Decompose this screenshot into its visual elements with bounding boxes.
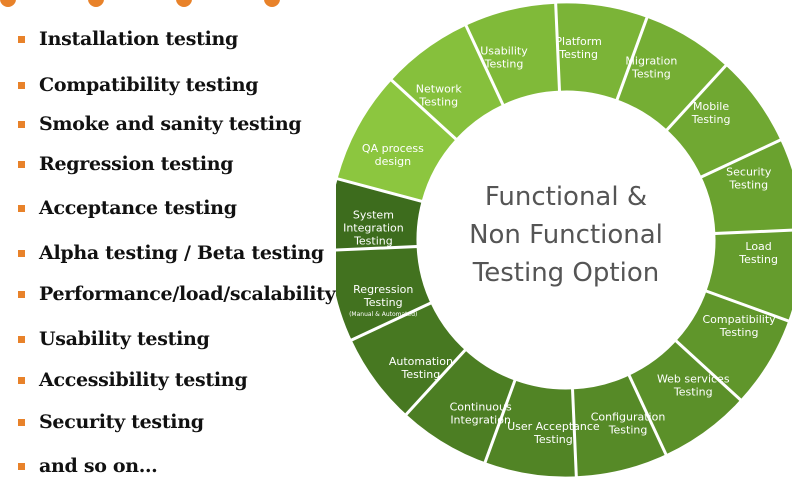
wheel-segment-label: Regression (353, 283, 413, 296)
bullet-square-icon (18, 204, 25, 212)
bullet-text: Security testing (39, 411, 204, 433)
bullet-item: Compatibility testing (18, 70, 259, 100)
wheel-segment-label: Continuous (450, 401, 512, 414)
bullet-item: Smoke and sanity testing (18, 109, 302, 139)
bullet-square-icon (18, 35, 25, 43)
wheel-segment-label: Testing (691, 113, 731, 126)
bullet-item: Usability testing (18, 324, 210, 354)
bullet-text: Smoke and sanity testing (39, 113, 302, 135)
wheel-segment-label: Automation (389, 355, 453, 368)
bullet-square-icon (18, 120, 25, 128)
wheel-segment-label: Testing (363, 296, 403, 309)
wheel-segment-label: Integration (450, 414, 511, 427)
wheel-segment-label: Testing (673, 386, 713, 399)
wheel-segment-label: Platform (555, 35, 601, 48)
wheel-segment-label: design (375, 155, 412, 168)
wheel-segment-label: Web services (657, 373, 730, 386)
bullet-square-icon (18, 290, 25, 298)
orange-dot (0, 0, 16, 7)
testing-types-list: Installation testing Compatibility testin… (18, 0, 415, 491)
wheel-segment-label: Testing (418, 95, 458, 108)
wheel-segment-label: Load (745, 240, 771, 253)
wheel-segment-label: Migration (625, 54, 677, 67)
bullet-text: Accessibility testing (39, 369, 248, 391)
bullet-text: Regression testing (39, 153, 234, 175)
bullet-square-icon (18, 335, 25, 343)
bullet-text: Acceptance testing (39, 197, 237, 219)
wheel-segment-label: Testing (608, 423, 648, 436)
center-title-line: Functional & (485, 182, 647, 212)
wheel-segment-label: Configuration (591, 410, 666, 423)
wheel-diagram: QA processdesignNetworkTestingUsabilityT… (326, 0, 792, 480)
wheel-segment-label: Testing (719, 326, 759, 339)
testing-options-wheel: QA process design Network Testing Usability T… (326, 0, 792, 491)
wheel-segment-label: System (353, 208, 394, 221)
bullet-item: Installation testing (18, 24, 238, 54)
center-title-line: Testing Option (472, 258, 659, 288)
wheel-segment-label: Testing (728, 178, 768, 191)
bullet-square-icon (18, 160, 25, 168)
wheel-segment-label: Testing (353, 234, 393, 247)
center-title-line: Non Functional (469, 220, 663, 250)
wheel-segment-label: QA process (362, 142, 424, 155)
bullet-text: Compatibility testing (39, 74, 259, 96)
wheel-segment-label: Testing (558, 48, 598, 61)
bullet-item: Regression testing (18, 149, 234, 179)
wheel-segment-label: Testing (533, 433, 573, 446)
wheel-center-title: Functional & Non Functional Testing Option (469, 182, 663, 288)
bullet-square-icon (18, 462, 25, 470)
wheel-segment-label: Testing (401, 368, 441, 381)
bullet-item: Accessibility testing (18, 365, 248, 395)
bullet-item: and so on… (18, 451, 158, 481)
bullet-square-icon (18, 249, 25, 257)
wheel-segment-label: Testing (631, 67, 671, 80)
bullet-item: Alpha testing / Beta testing (18, 238, 324, 268)
wheel-segment-label: Integration (343, 221, 404, 234)
bullet-item: Acceptance testing (18, 193, 237, 223)
bullet-text: and so on… (39, 455, 158, 477)
wheel-segment-sublabel: (Manual & Automated) (349, 311, 417, 318)
wheel-segment-label: Network (416, 82, 463, 95)
wheel-segment-label: Testing (738, 253, 778, 266)
bullet-square-icon (18, 418, 25, 426)
wheel-segment-label: Compatibility (702, 313, 776, 326)
bullet-item: Security testing (18, 407, 204, 437)
bullet-square-icon (18, 376, 25, 384)
bullet-square-icon (18, 81, 25, 89)
bullet-text: Alpha testing / Beta testing (39, 242, 324, 264)
wheel-segment-label: User Acceptance (507, 420, 600, 433)
bullet-text: Usability testing (39, 328, 210, 350)
wheel-segment-label: Usability (480, 45, 528, 58)
wheel-segment-label: Mobile (693, 100, 729, 113)
wheel-segment-label: Testing (484, 58, 524, 71)
wheel-segment-label: Security (726, 165, 772, 178)
bullet-text: Installation testing (39, 28, 238, 50)
